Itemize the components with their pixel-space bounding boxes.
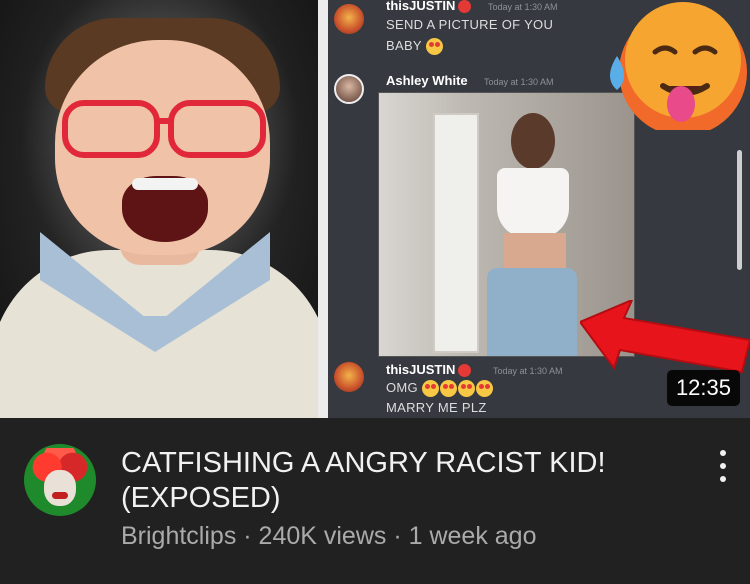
heart-eyes-emoji-icon: [425, 38, 443, 56]
msg2-timestamp: Today at 1:30 AM: [484, 77, 554, 87]
ashley-avatar: [334, 74, 364, 104]
photo-woman-waist: [504, 233, 566, 273]
msg1-username: thisJUSTIN: [386, 0, 456, 13]
msg3-timestamp: Today at 1:30 AM: [493, 366, 563, 376]
photo-woman-jeans: [487, 268, 577, 356]
video-meta: Brightclips · 240K views · 1 week ago: [121, 522, 537, 551]
chat-scrollbar: [737, 150, 742, 270]
video-info: CATFISHING A ANGRY RACIST KID! (EXPOSED)…: [0, 418, 750, 584]
upload-age: 1 week ago: [408, 522, 537, 550]
view-count: 240K views: [258, 522, 387, 550]
msg1-timestamp: Today at 1:30 AM: [488, 2, 558, 12]
msg3-username: thisJUSTIN: [386, 362, 456, 377]
msg1-line1: SEND A PICTURE OF YOU: [386, 17, 554, 32]
msg3-line2: MARRY ME PLZ: [386, 400, 487, 415]
photo-woman-head: [511, 113, 555, 169]
heart-eyes-emoji-icon-2: [421, 380, 439, 398]
photo-door: [433, 113, 479, 353]
meta-separator-2: ·: [386, 522, 409, 550]
devil-emoji-icon-2: [458, 364, 472, 378]
kid-teeth: [132, 178, 198, 190]
video-thumbnail[interactable]: thisJUSTIN Today at 1:30 AM SEND A PICTU…: [0, 0, 750, 418]
clown-face: [44, 470, 76, 506]
channel-name[interactable]: Brightclips: [121, 522, 236, 550]
justin-avatar: [334, 4, 364, 34]
heart-eyes-emoji-icon-4: [457, 380, 475, 398]
kid-glasses-bridge: [156, 118, 172, 124]
justin-avatar-2: [334, 362, 364, 392]
msg3-line1: OMG: [386, 380, 418, 395]
duration-badge: 12:35: [666, 370, 740, 406]
heart-eyes-emoji-icon-3: [439, 380, 457, 398]
hot-face-emoji-icon: [610, 2, 747, 130]
heart-eyes-emoji-icon-5: [475, 380, 493, 398]
meta-separator: ·: [236, 522, 259, 550]
kid-photo: [0, 0, 318, 418]
kid-glasses-right: [168, 100, 266, 158]
msg2-username: Ashley White: [386, 73, 468, 88]
thumbnail-divider: [318, 0, 328, 418]
devil-emoji-icon: [458, 0, 472, 14]
clown-mouth: [52, 492, 68, 499]
photo-woman-top: [497, 168, 569, 238]
video-title[interactable]: CATFISHING A ANGRY RACIST KID! (EXPOSED): [121, 446, 681, 516]
channel-avatar[interactable]: [24, 444, 96, 516]
more-options-icon[interactable]: [708, 448, 738, 484]
msg1-line2: BABY: [386, 38, 422, 53]
kid-glasses-left: [62, 100, 160, 158]
